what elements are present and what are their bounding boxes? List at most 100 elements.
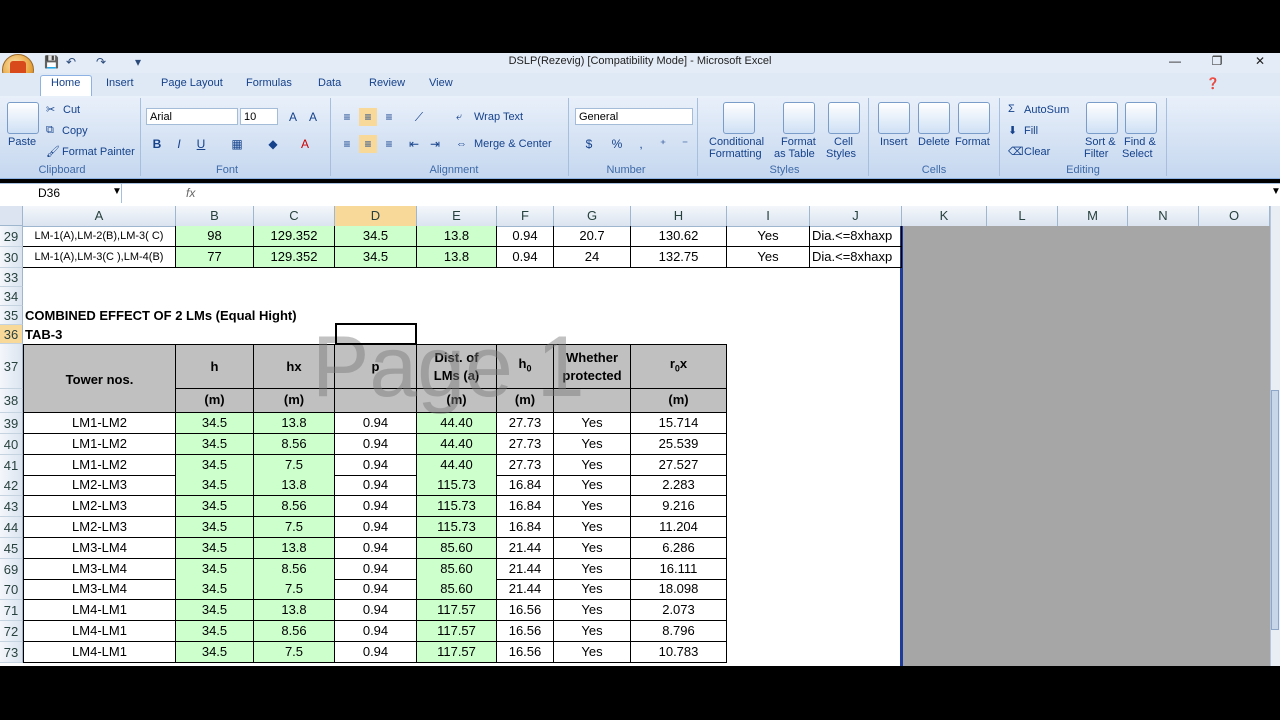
row-header[interactable]: 42 <box>0 475 23 497</box>
data-cell[interactable]: 7.5 <box>254 454 335 476</box>
scrollbar-thumb[interactable] <box>1271 390 1279 630</box>
data-cell[interactable]: 85.60 <box>417 579 497 601</box>
tower-cell[interactable]: LM2-LM3 <box>23 475 176 497</box>
data-cell[interactable]: 8.56 <box>254 558 335 580</box>
data-cell[interactable]: 11.204 <box>631 517 727 538</box>
column-header-h[interactable]: H <box>631 206 727 226</box>
data-cell[interactable]: 13.8 <box>254 600 335 622</box>
data-cell[interactable]: 0.94 <box>335 600 417 622</box>
data-cell[interactable]: 34.5 <box>176 475 254 497</box>
cell[interactable]: 13.8 <box>417 226 497 247</box>
row-header[interactable]: 70 <box>0 579 23 601</box>
tower-cell[interactable]: LM2-LM3 <box>23 517 176 538</box>
data-cell[interactable]: 21.44 <box>497 558 554 580</box>
data-cell[interactable]: 0.94 <box>335 641 417 663</box>
data-cell[interactable]: Yes <box>554 433 631 455</box>
data-cell[interactable]: Yes <box>554 579 631 601</box>
data-cell[interactable]: 117.57 <box>417 621 497 642</box>
data-cell[interactable]: 16.84 <box>497 496 554 518</box>
cell[interactable]: LM-1(A),LM-2(B),LM-3( C) <box>23 226 176 247</box>
column-header-k[interactable]: K <box>902 206 987 226</box>
cell[interactable]: 34.5 <box>335 247 417 268</box>
data-cell[interactable]: 44.40 <box>417 433 497 455</box>
data-cell[interactable]: 21.44 <box>497 579 554 601</box>
column-header-b[interactable]: B <box>176 206 254 226</box>
column-header-o[interactable]: O <box>1199 206 1270 226</box>
data-cell[interactable]: 0.94 <box>335 475 417 497</box>
row-header[interactable]: 69 <box>0 558 23 580</box>
data-cell[interactable]: 34.5 <box>176 496 254 518</box>
data-cell[interactable]: 8.56 <box>254 621 335 642</box>
data-cell[interactable]: Yes <box>554 537 631 559</box>
column-header-l[interactable]: L <box>987 206 1058 226</box>
column-header-i[interactable]: I <box>727 206 810 226</box>
column-header-j[interactable]: J <box>810 206 902 226</box>
cell[interactable]: 77 <box>176 247 254 268</box>
data-cell[interactable]: 10.783 <box>631 641 727 663</box>
data-cell[interactable]: 34.5 <box>176 413 254 434</box>
data-cell[interactable]: 34.5 <box>176 621 254 642</box>
data-cell[interactable]: 34.5 <box>176 537 254 559</box>
column-header-f[interactable]: F <box>497 206 554 226</box>
data-cell[interactable]: 117.57 <box>417 600 497 622</box>
tower-cell[interactable]: LM4-LM1 <box>23 621 176 642</box>
data-cell[interactable]: 16.56 <box>497 600 554 622</box>
data-cell[interactable]: 21.44 <box>497 537 554 559</box>
cell[interactable]: 0.94 <box>497 226 554 247</box>
data-cell[interactable]: Yes <box>554 558 631 580</box>
data-cell[interactable]: 85.60 <box>417 537 497 559</box>
data-cell[interactable]: 13.8 <box>254 475 335 497</box>
data-cell[interactable]: 6.286 <box>631 537 727 559</box>
column-header-m[interactable]: M <box>1058 206 1128 226</box>
cell[interactable]: 34.5 <box>335 226 417 247</box>
data-cell[interactable]: 34.5 <box>176 579 254 601</box>
data-cell[interactable]: 8.796 <box>631 621 727 642</box>
data-cell[interactable]: 8.56 <box>254 433 335 455</box>
row-header[interactable]: 71 <box>0 600 23 622</box>
data-cell[interactable]: 25.539 <box>631 433 727 455</box>
column-header-n[interactable]: N <box>1128 206 1199 226</box>
data-cell[interactable]: 27.73 <box>497 454 554 476</box>
data-cell[interactable]: 0.94 <box>335 621 417 642</box>
data-cell[interactable]: 7.5 <box>254 517 335 538</box>
cell[interactable]: Yes <box>727 226 810 247</box>
data-cell[interactable]: 34.5 <box>176 641 254 663</box>
cell[interactable]: 98 <box>176 226 254 247</box>
data-cell[interactable]: 9.216 <box>631 496 727 518</box>
row-header[interactable]: 39 <box>0 413 23 434</box>
data-cell[interactable]: Yes <box>554 641 631 663</box>
column-header-c[interactable]: C <box>254 206 335 226</box>
data-cell[interactable]: 34.5 <box>176 517 254 538</box>
data-cell[interactable]: 27.73 <box>497 433 554 455</box>
data-cell[interactable]: 0.94 <box>335 454 417 476</box>
cell[interactable]: Dia.<=8xhaxp <box>810 247 902 268</box>
data-cell[interactable]: 13.8 <box>254 537 335 559</box>
cell[interactable]: 24 <box>554 247 631 268</box>
row-header[interactable]: 37 <box>0 344 23 389</box>
tower-cell[interactable]: LM3-LM4 <box>23 558 176 580</box>
data-cell[interactable]: 115.73 <box>417 475 497 497</box>
cell[interactable]: 132.75 <box>631 247 727 268</box>
data-cell[interactable]: 16.56 <box>497 641 554 663</box>
data-cell[interactable]: 117.57 <box>417 641 497 663</box>
cell[interactable]: 129.352 <box>254 226 335 247</box>
data-cell[interactable]: 15.714 <box>631 413 727 434</box>
data-cell[interactable]: 0.94 <box>335 537 417 559</box>
row-header[interactable]: 33 <box>0 268 23 287</box>
cell[interactable]: 130.62 <box>631 226 727 247</box>
cell[interactable]: LM-1(A),LM-3(C ),LM-4(B) <box>23 247 176 268</box>
data-cell[interactable]: Yes <box>554 621 631 642</box>
row-header[interactable]: 73 <box>0 641 23 663</box>
row-header[interactable]: 72 <box>0 621 23 642</box>
data-cell[interactable]: 18.098 <box>631 579 727 601</box>
row-header[interactable]: 40 <box>0 433 23 455</box>
data-cell[interactable]: 8.56 <box>254 496 335 518</box>
row-header[interactable]: 44 <box>0 517 23 538</box>
data-cell[interactable]: Yes <box>554 496 631 518</box>
row-header[interactable]: 29 <box>0 226 23 247</box>
data-cell[interactable]: 0.94 <box>335 433 417 455</box>
cell[interactable]: 13.8 <box>417 247 497 268</box>
row-header[interactable]: 34 <box>0 287 23 306</box>
data-cell[interactable]: Yes <box>554 517 631 538</box>
column-header-a[interactable]: A <box>23 206 176 226</box>
